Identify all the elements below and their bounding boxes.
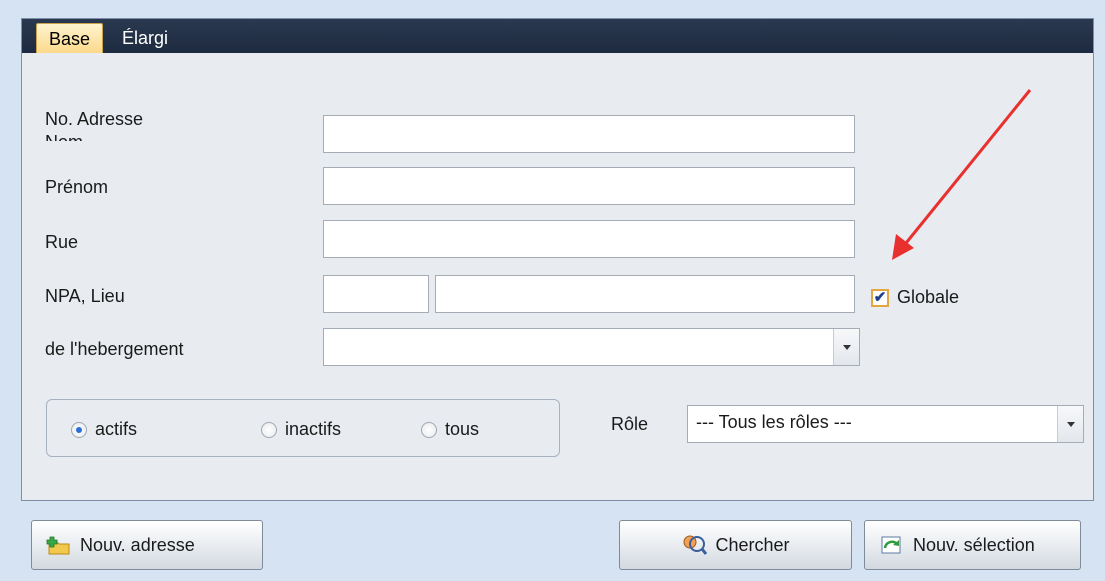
rue-input[interactable]	[323, 220, 855, 258]
rue-label: Rue	[45, 232, 79, 252]
radio-inactifs[interactable]: inactifs	[261, 419, 341, 440]
search-people-icon	[683, 535, 708, 555]
nom-input[interactable]	[323, 115, 855, 153]
chercher-button[interactable]: Chercher	[619, 520, 852, 570]
tab-bar: Base Élargi	[22, 19, 1093, 53]
radio-selected-icon	[71, 421, 87, 438]
radio-actifs-label: actifs	[95, 419, 138, 439]
folder-add-icon	[46, 536, 70, 555]
chevron-down-icon	[842, 344, 851, 350]
role-label: Rôle	[611, 414, 649, 434]
radio-actifs[interactable]: actifs	[71, 419, 137, 440]
prenom-label: Prénom	[45, 177, 109, 197]
checkbox-check-icon: ✔	[871, 288, 889, 307]
hebergement-combo[interactable]	[323, 328, 860, 366]
role-dropdown-button[interactable]	[1057, 406, 1083, 442]
tab-elargi[interactable]: Élargi	[110, 23, 180, 53]
prenom-input[interactable]	[323, 167, 855, 205]
globale-checkbox[interactable]: ✔ Globale	[871, 287, 959, 308]
npa-lieu-label: NPA, Lieu	[45, 286, 125, 306]
refresh-selection-icon	[881, 536, 901, 554]
radio-tous[interactable]: tous	[421, 419, 479, 440]
radio-inactifs-label: inactifs	[285, 419, 342, 439]
globale-label: Globale	[897, 287, 960, 307]
lieu-input[interactable]	[435, 275, 855, 313]
tab-base[interactable]: Base	[36, 23, 104, 53]
chevron-down-icon	[1066, 421, 1075, 427]
role-combo[interactable]: --- Tous les rôles ---	[687, 405, 1084, 443]
chercher-label: Chercher	[715, 534, 790, 555]
status-group: actifs inactifs tous	[46, 399, 560, 457]
npa-input[interactable]	[323, 275, 429, 313]
hebergement-dropdown-button[interactable]	[833, 329, 859, 365]
radio-tous-label: tous	[445, 419, 480, 439]
role-value: --- Tous les rôles ---	[696, 412, 852, 432]
red-arrow-annotation	[892, 89, 1032, 260]
nouv-adresse-button[interactable]: Nouv. adresse	[31, 520, 263, 570]
hebergement-label: de l'hebergement	[45, 339, 184, 359]
radio-unselected-icon	[421, 421, 437, 438]
radio-unselected-icon	[261, 421, 277, 438]
nom-label: Nom	[45, 127, 83, 141]
nouv-adresse-label: Nouv. adresse	[80, 534, 195, 555]
nouv-selection-button[interactable]: Nouv. sélection	[864, 520, 1081, 570]
nouv-selection-label: Nouv. sélection	[913, 534, 1035, 555]
